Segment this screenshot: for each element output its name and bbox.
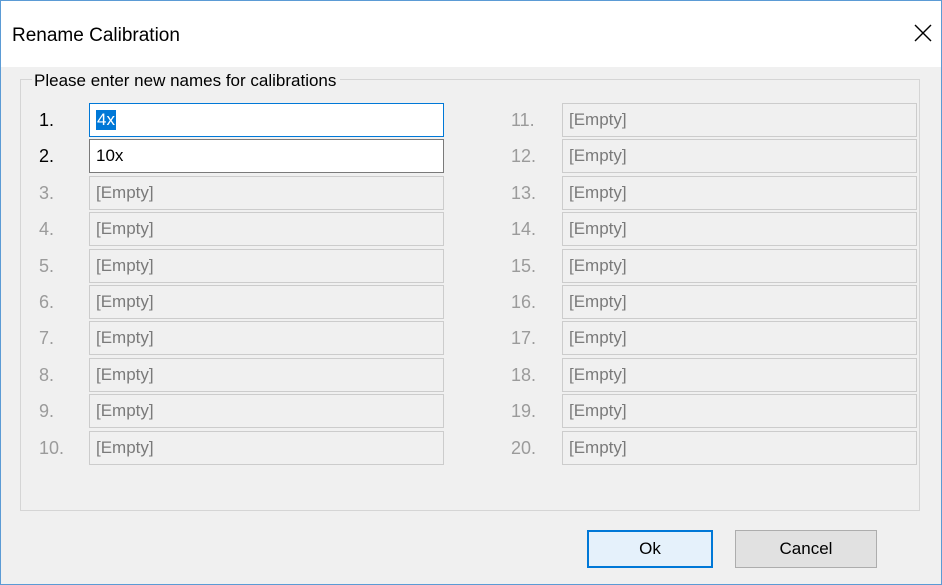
calibration-number-9: 9. [39,401,55,421]
calibration-name-input-5: [Empty] [89,249,444,283]
title-bar: Rename Calibration [1,1,941,67]
calibration-name-input-17: [Empty] [562,321,917,355]
calibration-name-value: [Empty] [569,438,627,457]
calibration-name-input-9: [Empty] [89,394,444,428]
calibration-number-11: 11. [511,110,535,130]
calibration-name-value: [Empty] [569,183,627,202]
calibration-name-input-20: [Empty] [562,431,917,465]
calibration-name-input-1[interactable]: 4x [89,103,444,137]
dialog-title: Rename Calibration [12,25,180,46]
calibration-name-value: [Empty] [96,328,154,347]
calibration-number-18: 18. [511,365,537,385]
calibration-name-value: [Empty] [569,401,627,420]
calibration-name-value: [Empty] [96,219,154,238]
calibration-name-value: [Empty] [569,146,627,165]
calibration-name-input-6: [Empty] [89,285,444,319]
calibration-name-input-16: [Empty] [562,285,917,319]
calibration-name-value: [Empty] [569,328,627,347]
calibration-number-1: 1. [39,110,55,130]
rename-calibration-dialog: Rename Calibration Please enter new name… [0,0,942,585]
calibration-number-19: 19. [511,401,537,421]
calibration-name-value: [Empty] [96,292,154,311]
calibration-name-input-19: [Empty] [562,394,917,428]
calibration-name-value: 4x [96,110,116,130]
calibration-number-16: 16. [511,292,537,312]
calibration-number-20: 20. [511,438,537,458]
calibration-name-input-13: [Empty] [562,176,917,210]
calibration-name-value: [Empty] [569,292,627,311]
calibration-number-13: 13. [511,183,537,203]
ok-button[interactable]: Ok [587,530,713,568]
calibration-number-17: 17. [511,328,537,348]
calibration-name-input-11: [Empty] [562,103,917,137]
calibration-number-3: 3. [39,183,55,203]
calibration-name-input-15: [Empty] [562,249,917,283]
calibration-name-input-10: [Empty] [89,431,444,465]
calibration-name-input-18: [Empty] [562,358,917,392]
calibration-name-value: [Empty] [569,219,627,238]
calibration-number-10: 10. [39,438,65,458]
calibration-name-input-7: [Empty] [89,321,444,355]
calibration-number-6: 6. [39,292,55,312]
calibration-name-value: [Empty] [96,183,154,202]
calibration-number-4: 4. [39,219,55,239]
calibration-number-8: 8. [39,365,55,385]
cancel-button[interactable]: Cancel [735,530,877,568]
calibration-name-input-4: [Empty] [89,212,444,246]
calibration-name-value: [Empty] [96,365,154,384]
calibration-name-input-2[interactable]: 10x [89,139,444,173]
close-button[interactable] [905,15,941,51]
calibration-number-5: 5. [39,256,55,276]
calibration-name-value: [Empty] [569,110,627,129]
group-label: Please enter new names for calibrations [32,71,341,91]
close-icon [914,24,932,42]
calibration-name-input-12: [Empty] [562,139,917,173]
calibration-name-input-8: [Empty] [89,358,444,392]
calibration-name-input-14: [Empty] [562,212,917,246]
calibration-name-value: [Empty] [96,256,154,275]
calibration-name-input-3: [Empty] [89,176,444,210]
calibration-number-12: 12. [511,146,537,166]
calibration-number-7: 7. [39,328,55,348]
calibration-name-value: [Empty] [96,401,154,420]
calibration-number-2: 2. [39,146,55,166]
calibration-number-14: 14. [511,219,537,239]
calibration-name-value: [Empty] [569,256,627,275]
calibration-number-15: 15. [511,256,537,276]
calibration-name-value: [Empty] [96,438,154,457]
calibration-name-value: [Empty] [569,365,627,384]
calibration-name-value: 10x [96,146,124,165]
